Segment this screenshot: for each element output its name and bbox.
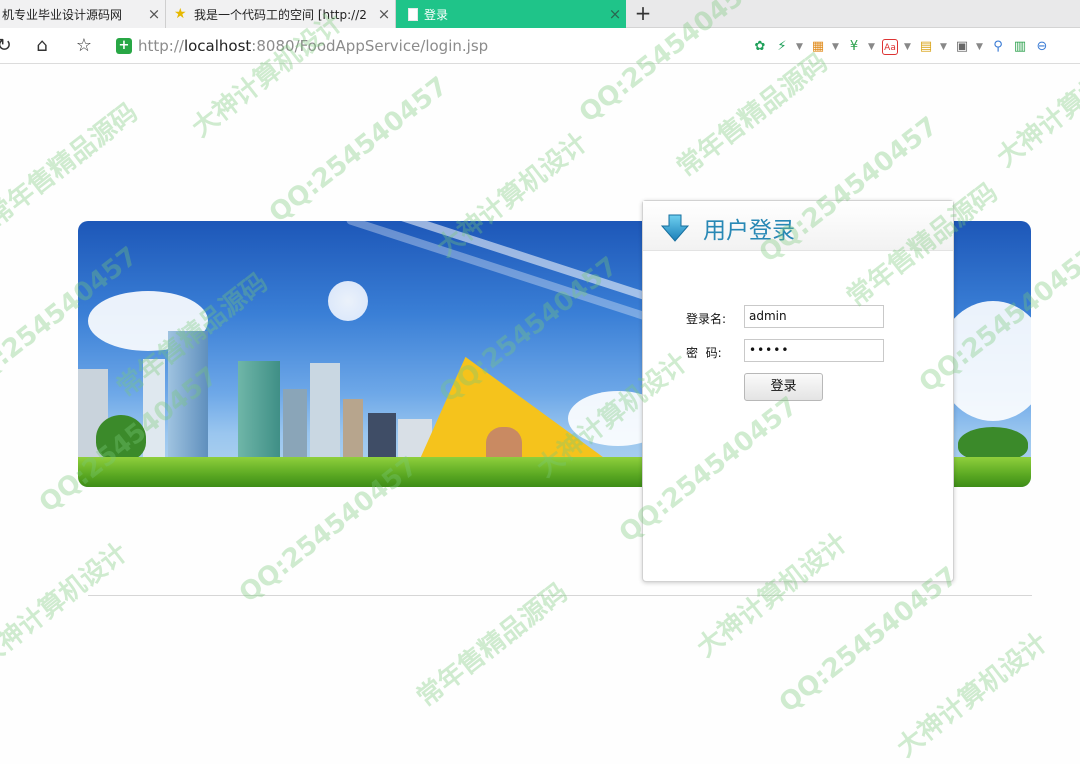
tree (96, 415, 146, 461)
watermark: 常年售精品源码 (671, 47, 834, 184)
tree (958, 427, 1028, 461)
reload-icon[interactable]: ↻ (0, 34, 16, 58)
tab-label: 我是一个代码工的空间 [http://2 (194, 7, 367, 22)
apps-grid-icon[interactable]: ▦ (810, 39, 826, 55)
chevron-down-icon[interactable]: ▼ (868, 42, 876, 52)
watermark: QQ:254540457 (773, 561, 964, 719)
dandelion (328, 281, 368, 321)
building (283, 389, 307, 459)
download-arrow-icon (660, 214, 690, 242)
building (168, 331, 208, 459)
light-streak (345, 221, 691, 335)
close-icon[interactable]: × (604, 5, 626, 23)
tab-label: 机专业毕业设计源码网 (2, 7, 123, 22)
browser-tab-bar: 机专业毕业设计源码网 × ★ 我是一个代码工的空间 [http://2 × 登录… (0, 0, 1080, 28)
chevron-down-icon[interactable]: ▼ (904, 42, 912, 52)
chevron-down-icon[interactable]: ▼ (940, 42, 948, 52)
password-field[interactable]: ••••• (744, 339, 884, 362)
tab-code-space[interactable]: ★ 我是一个代码工的空间 [http://2 × (166, 0, 396, 28)
page-icon (408, 7, 418, 21)
building (238, 361, 280, 459)
watermark: 常年售精品源码 (0, 97, 144, 234)
tab-login[interactable]: 登录 × (396, 0, 626, 28)
lightning-icon[interactable]: ⚡ (774, 39, 790, 55)
building (343, 399, 363, 459)
close-icon[interactable]: × (143, 5, 165, 23)
screenshot-icon[interactable]: ▣ (954, 39, 970, 55)
divider (88, 595, 1032, 596)
tab-label: 登录 (424, 7, 449, 22)
address-bar[interactable]: + http:// localhost :8080/FoodAppService… (116, 33, 746, 59)
username-field[interactable]: admin (744, 305, 884, 328)
extension-toolbar: ✿ ⚡ ▼ ▦ ▼ ¥ ▼ Aa ▼ ▤ ▼ ▣ ▼ ⚲ ▥ ⊖ (752, 36, 1050, 58)
url-path: :8080/FoodAppService/login.jsp (251, 37, 489, 55)
sync-icon[interactable]: ✿ (752, 39, 768, 55)
new-tab-button[interactable]: + (632, 2, 654, 26)
security-shield-icon: + (116, 38, 132, 54)
username-label: 登录名: (686, 312, 727, 326)
watermark: 大神计算机设计 (891, 627, 1054, 764)
url-scheme: http:// (138, 37, 184, 55)
home-icon[interactable]: ⌂ (30, 34, 54, 58)
watermark: QQ:254540457 (263, 71, 454, 229)
url-host: localhost (183, 37, 252, 55)
login-title: 用户登录 (703, 218, 795, 244)
tab-source-site[interactable]: 机专业毕业设计源码网 × (0, 0, 166, 28)
browser-toolbar: ↻ ⌂ ☆ + http:// localhost :8080/FoodAppS… (0, 28, 1080, 64)
bookmark-star-icon[interactable]: ☆ (72, 34, 96, 58)
currency-icon[interactable]: ¥ (846, 39, 862, 55)
search-icon[interactable]: ⚲ (990, 39, 1006, 55)
watermark: 大神计算机设计 (0, 537, 134, 674)
login-button[interactable]: 登录 (744, 373, 823, 401)
chevron-down-icon[interactable]: ▼ (976, 42, 984, 52)
translate-icon[interactable]: Aa (882, 39, 898, 55)
password-label: 密 码: (686, 346, 722, 360)
chevron-down-icon[interactable]: ▼ (796, 42, 804, 52)
login-panel: 用户登录 登录名: admin 密 码: ••••• 登录 (642, 200, 954, 582)
notes-icon[interactable]: ▤ (918, 39, 934, 55)
building (310, 363, 340, 459)
chevron-down-icon[interactable]: ▼ (832, 42, 840, 52)
star-icon: ★ (174, 6, 187, 22)
close-icon[interactable]: × (373, 5, 395, 23)
building (143, 359, 165, 459)
login-header: 用户登录 (643, 201, 953, 251)
page-content: 用户登录 登录名: admin 密 码: ••••• 登录 常年售精品源码 大神… (0, 0, 1080, 763)
building (368, 413, 396, 459)
zoom-out-icon[interactable]: ⊖ (1034, 39, 1050, 55)
book-icon[interactable]: ▥ (1012, 39, 1028, 55)
